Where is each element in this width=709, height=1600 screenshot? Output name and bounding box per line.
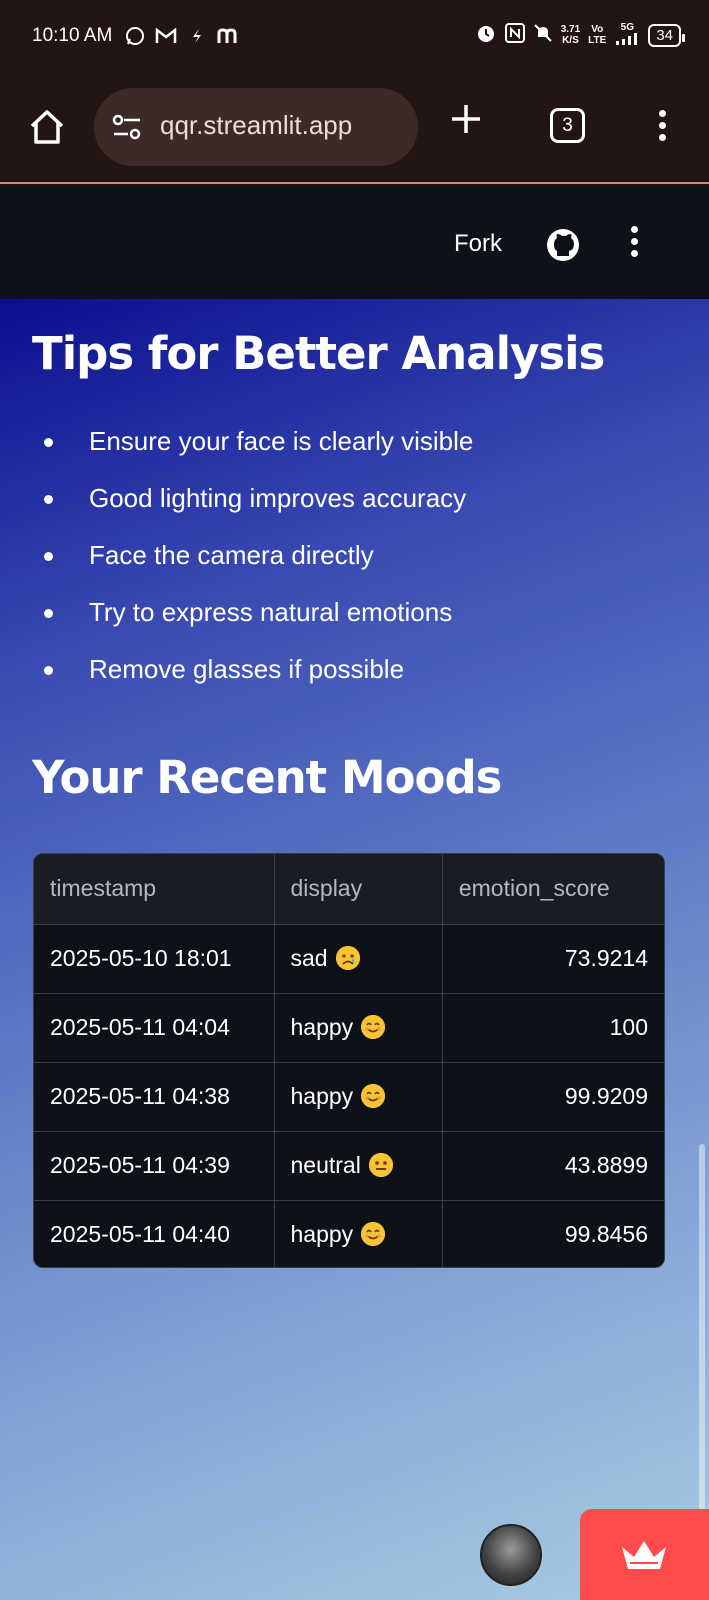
gmail-icon bbox=[155, 25, 177, 47]
tab-switcher-button[interactable]: 3 bbox=[550, 108, 585, 143]
url-text[interactable]: qqr.streamlit.app bbox=[160, 110, 352, 141]
happy-emoji-icon bbox=[361, 1015, 386, 1039]
mood-label: happy bbox=[290, 1014, 354, 1040]
cell-display[interactable]: happy bbox=[274, 1200, 443, 1267]
status-time: 10:10 AM bbox=[32, 25, 113, 46]
mood-label: sad bbox=[290, 945, 328, 971]
home-button[interactable] bbox=[26, 106, 68, 148]
m-icon bbox=[217, 25, 239, 47]
notification-icons bbox=[124, 25, 239, 47]
table-header-row: timestamp display emotion_score bbox=[34, 854, 664, 925]
signal-bars-icon bbox=[616, 33, 638, 45]
streamlit-badge[interactable] bbox=[580, 1509, 709, 1600]
nfc-icon bbox=[504, 23, 525, 47]
mute-icon bbox=[533, 23, 553, 47]
cell-display[interactable]: neutral bbox=[274, 1131, 443, 1201]
cell-timestamp[interactable]: 2025-05-10 18:01 bbox=[34, 924, 275, 994]
home-icon bbox=[30, 110, 64, 144]
site-settings-icon[interactable] bbox=[112, 114, 142, 140]
cell-timestamp[interactable]: 2025-05-11 04:40 bbox=[34, 1200, 275, 1267]
tips-heading: Tips for Better Analysis bbox=[32, 327, 605, 380]
system-status-icons: 3.71 K/S Vo LTE 5G 34 bbox=[475, 22, 685, 48]
app-header: Fork bbox=[0, 186, 709, 299]
cell-timestamp[interactable]: 2025-05-11 04:38 bbox=[34, 1062, 275, 1132]
table-row: 2025-05-11 04:04 happy 100 bbox=[34, 993, 664, 1063]
fork-button[interactable]: Fork bbox=[454, 230, 502, 258]
battery-indicator: 34 bbox=[648, 23, 685, 47]
mood-label: happy bbox=[290, 1083, 354, 1109]
tip-item: Remove glasses if possible bbox=[44, 649, 473, 706]
tips-list: Ensure your face is clearly visible Good… bbox=[44, 421, 473, 706]
status-bar: 10:10 AM 3.71 K/S Vo LTE 5G 34 bbox=[0, 0, 709, 78]
crown-icon bbox=[622, 1541, 666, 1569]
tip-item: Good lighting improves accuracy bbox=[44, 478, 473, 535]
tip-item: Face the camera directly bbox=[44, 535, 473, 592]
volte-indicator: Vo LTE bbox=[588, 24, 607, 46]
moods-table[interactable]: timestamp display emotion_score 2025-05-… bbox=[33, 853, 665, 1268]
cell-display[interactable]: sad bbox=[274, 924, 443, 994]
sad-emoji-icon bbox=[335, 946, 360, 970]
table-row: 2025-05-11 04:40 happy 99.8456 bbox=[34, 1200, 664, 1267]
table-row: 2025-05-11 04:38 happy 99.9209 bbox=[34, 1062, 664, 1132]
cell-display[interactable]: happy bbox=[274, 1062, 443, 1132]
happy-emoji-icon bbox=[361, 1084, 386, 1108]
neutral-emoji-icon bbox=[368, 1153, 393, 1177]
main-content: Tips for Better Analysis Ensure your fac… bbox=[0, 299, 709, 1600]
cell-display[interactable]: happy bbox=[274, 993, 443, 1063]
signal-indicator: 5G bbox=[614, 22, 640, 48]
cell-emotion-score[interactable]: 99.8456 bbox=[442, 1200, 664, 1267]
cell-timestamp[interactable]: 2025-05-11 04:04 bbox=[34, 993, 275, 1063]
address-bar[interactable]: qqr.streamlit.app bbox=[94, 88, 418, 166]
column-header-timestamp[interactable]: timestamp bbox=[34, 854, 275, 925]
mood-label: neutral bbox=[290, 1152, 361, 1178]
plus-icon bbox=[452, 105, 480, 133]
creator-avatar[interactable] bbox=[480, 1524, 542, 1586]
browser-menu-icon[interactable] bbox=[658, 110, 666, 141]
happy-emoji-icon bbox=[361, 1222, 386, 1247]
whatsapp-icon bbox=[124, 25, 146, 47]
mood-label: happy bbox=[290, 1221, 354, 1248]
flash-icon bbox=[186, 25, 208, 47]
cell-emotion-score[interactable]: 100 bbox=[442, 993, 664, 1063]
alarm-icon bbox=[475, 22, 497, 48]
cell-timestamp[interactable]: 2025-05-11 04:39 bbox=[34, 1131, 275, 1201]
table-row: 2025-05-11 04:39 neutral 43.8899 bbox=[34, 1131, 664, 1201]
net-speed: 3.71 K/S bbox=[560, 24, 581, 46]
column-header-emotion-score[interactable]: emotion_score bbox=[442, 854, 664, 925]
column-header-display[interactable]: display bbox=[274, 854, 443, 925]
cell-emotion-score[interactable]: 73.9214 bbox=[442, 924, 664, 994]
cell-emotion-score[interactable]: 43.8899 bbox=[442, 1131, 664, 1201]
tip-item: Try to express natural emotions bbox=[44, 592, 473, 649]
new-tab-button[interactable] bbox=[448, 101, 484, 145]
app-menu-icon[interactable] bbox=[630, 226, 638, 257]
tip-item: Ensure your face is clearly visible bbox=[44, 421, 473, 478]
cell-emotion-score[interactable]: 99.9209 bbox=[442, 1062, 664, 1132]
moods-heading: Your Recent Moods bbox=[32, 751, 502, 804]
browser-toolbar: qqr.streamlit.app 3 bbox=[0, 78, 709, 184]
github-icon[interactable] bbox=[546, 228, 580, 262]
table-row: 2025-05-10 18:01 sad 73.9214 bbox=[34, 924, 664, 994]
